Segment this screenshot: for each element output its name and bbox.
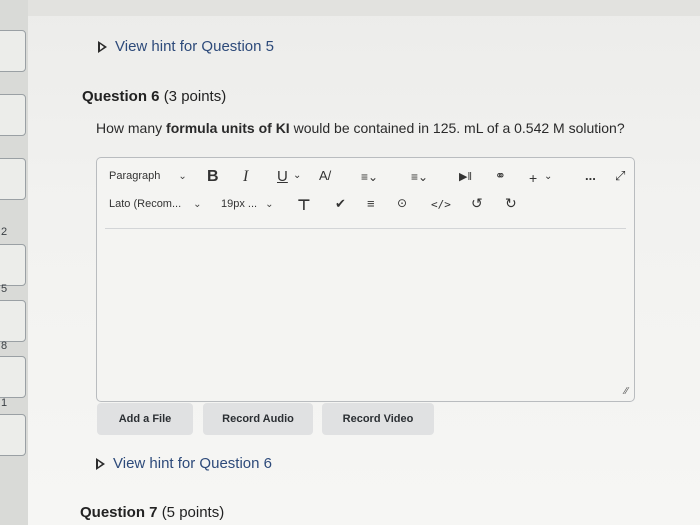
- record-video-button[interactable]: Record Video: [322, 403, 434, 435]
- link-icon[interactable]: ⚭: [495, 168, 506, 184]
- font-size-select-label: 19px ...: [221, 198, 258, 210]
- highlight-icon[interactable]: ✔: [335, 196, 346, 212]
- question-nav-number: 8: [1, 340, 8, 352]
- question-nav-tab[interactable]: [0, 356, 26, 398]
- font-family-select[interactable]: Lato (Recom... ⌄: [109, 198, 202, 210]
- toolbar-divider: [105, 228, 626, 229]
- hint-question-6-label: View hint for Question 6: [113, 455, 272, 472]
- expand-triangle-icon: [98, 40, 107, 53]
- question-text-part: How many: [96, 120, 167, 136]
- format-painter-icon[interactable]: ⊤: [297, 196, 311, 214]
- question-7-title: Question 7 (5 points): [80, 504, 224, 521]
- question-nav-number: 5: [1, 283, 8, 295]
- top-rule: [28, 0, 700, 16]
- paragraph-select-label: Paragraph: [109, 170, 161, 182]
- question-text-part: would be contained in 125. mL of a 0.542…: [289, 120, 625, 136]
- add-icon[interactable]: +: [529, 170, 537, 186]
- question-nav-tab[interactable]: [0, 244, 26, 286]
- question-6-text: How many formula units of KI would be co…: [96, 120, 625, 136]
- add-file-button[interactable]: Add a File: [97, 403, 193, 435]
- hint-question-5-label: View hint for Question 5: [115, 38, 274, 55]
- question-7-points: (5 points): [161, 504, 225, 521]
- find-replace-icon[interactable]: ⊙: [397, 196, 407, 210]
- align-icon[interactable]: ≡⌄: [361, 170, 378, 184]
- question-nav-edge: 2 5 8 1: [0, 0, 28, 525]
- question-6-label: Question 6: [82, 88, 160, 105]
- question-nav-tab[interactable]: [0, 94, 26, 136]
- question-6-title: Question 6 (3 points): [82, 88, 226, 105]
- chevron-down-icon: ⌄: [178, 170, 187, 182]
- chevron-down-icon: ⌄: [265, 198, 274, 210]
- expand-triangle-icon: [96, 457, 105, 470]
- font-family-select-label: Lato (Recom...: [109, 198, 182, 210]
- page: 2 5 8 1 View hint for Question 5 Questio…: [0, 0, 700, 525]
- question-6-points: (3 points): [163, 88, 227, 105]
- equation-icon[interactable]: ≡: [367, 196, 375, 211]
- italic-icon[interactable]: I: [243, 168, 248, 186]
- text-color-icon[interactable]: A/: [319, 168, 331, 183]
- question-nav-tab[interactable]: [0, 30, 26, 72]
- list-icon[interactable]: ≡⌄: [411, 170, 428, 184]
- question-nav-number: 1: [1, 397, 8, 409]
- paragraph-select[interactable]: Paragraph ⌄: [109, 170, 187, 182]
- underline-icon[interactable]: U: [277, 168, 288, 185]
- question-nav-tab[interactable]: [0, 414, 26, 456]
- fullscreen-icon[interactable]: ⤢: [615, 168, 625, 184]
- redo-icon[interactable]: ↻: [505, 195, 517, 212]
- answer-editor[interactable]: Paragraph ⌄ B I U ⌄ A/ ≡⌄ ≡⌄ ▶‖ ⚭ + ⌄ ..…: [96, 157, 635, 402]
- resize-handle-icon[interactable]: ∕∕: [625, 386, 628, 397]
- more-options-icon[interactable]: ...: [585, 168, 596, 183]
- question-7-label: Question 7: [80, 504, 158, 521]
- question-text-bold: formula units of KI: [166, 120, 290, 136]
- question-nav-tab[interactable]: [0, 300, 26, 342]
- hint-question-5-link[interactable]: View hint for Question 5: [98, 38, 274, 55]
- question-nav-tab[interactable]: [0, 158, 26, 200]
- chevron-down-icon: ⌄: [193, 198, 202, 210]
- undo-icon[interactable]: ↺: [471, 195, 483, 212]
- chevron-down-icon[interactable]: ⌄: [293, 170, 301, 181]
- record-audio-button[interactable]: Record Audio: [203, 403, 313, 435]
- media-icon[interactable]: ▶‖: [459, 170, 472, 183]
- bold-icon[interactable]: B: [207, 168, 219, 186]
- question-nav-number: 2: [1, 226, 8, 238]
- font-size-select[interactable]: 19px ... ⌄: [221, 198, 273, 210]
- chevron-down-icon[interactable]: ⌄: [544, 171, 552, 182]
- hint-question-6-link[interactable]: View hint for Question 6: [96, 455, 272, 472]
- code-view-icon[interactable]: </>: [431, 198, 451, 211]
